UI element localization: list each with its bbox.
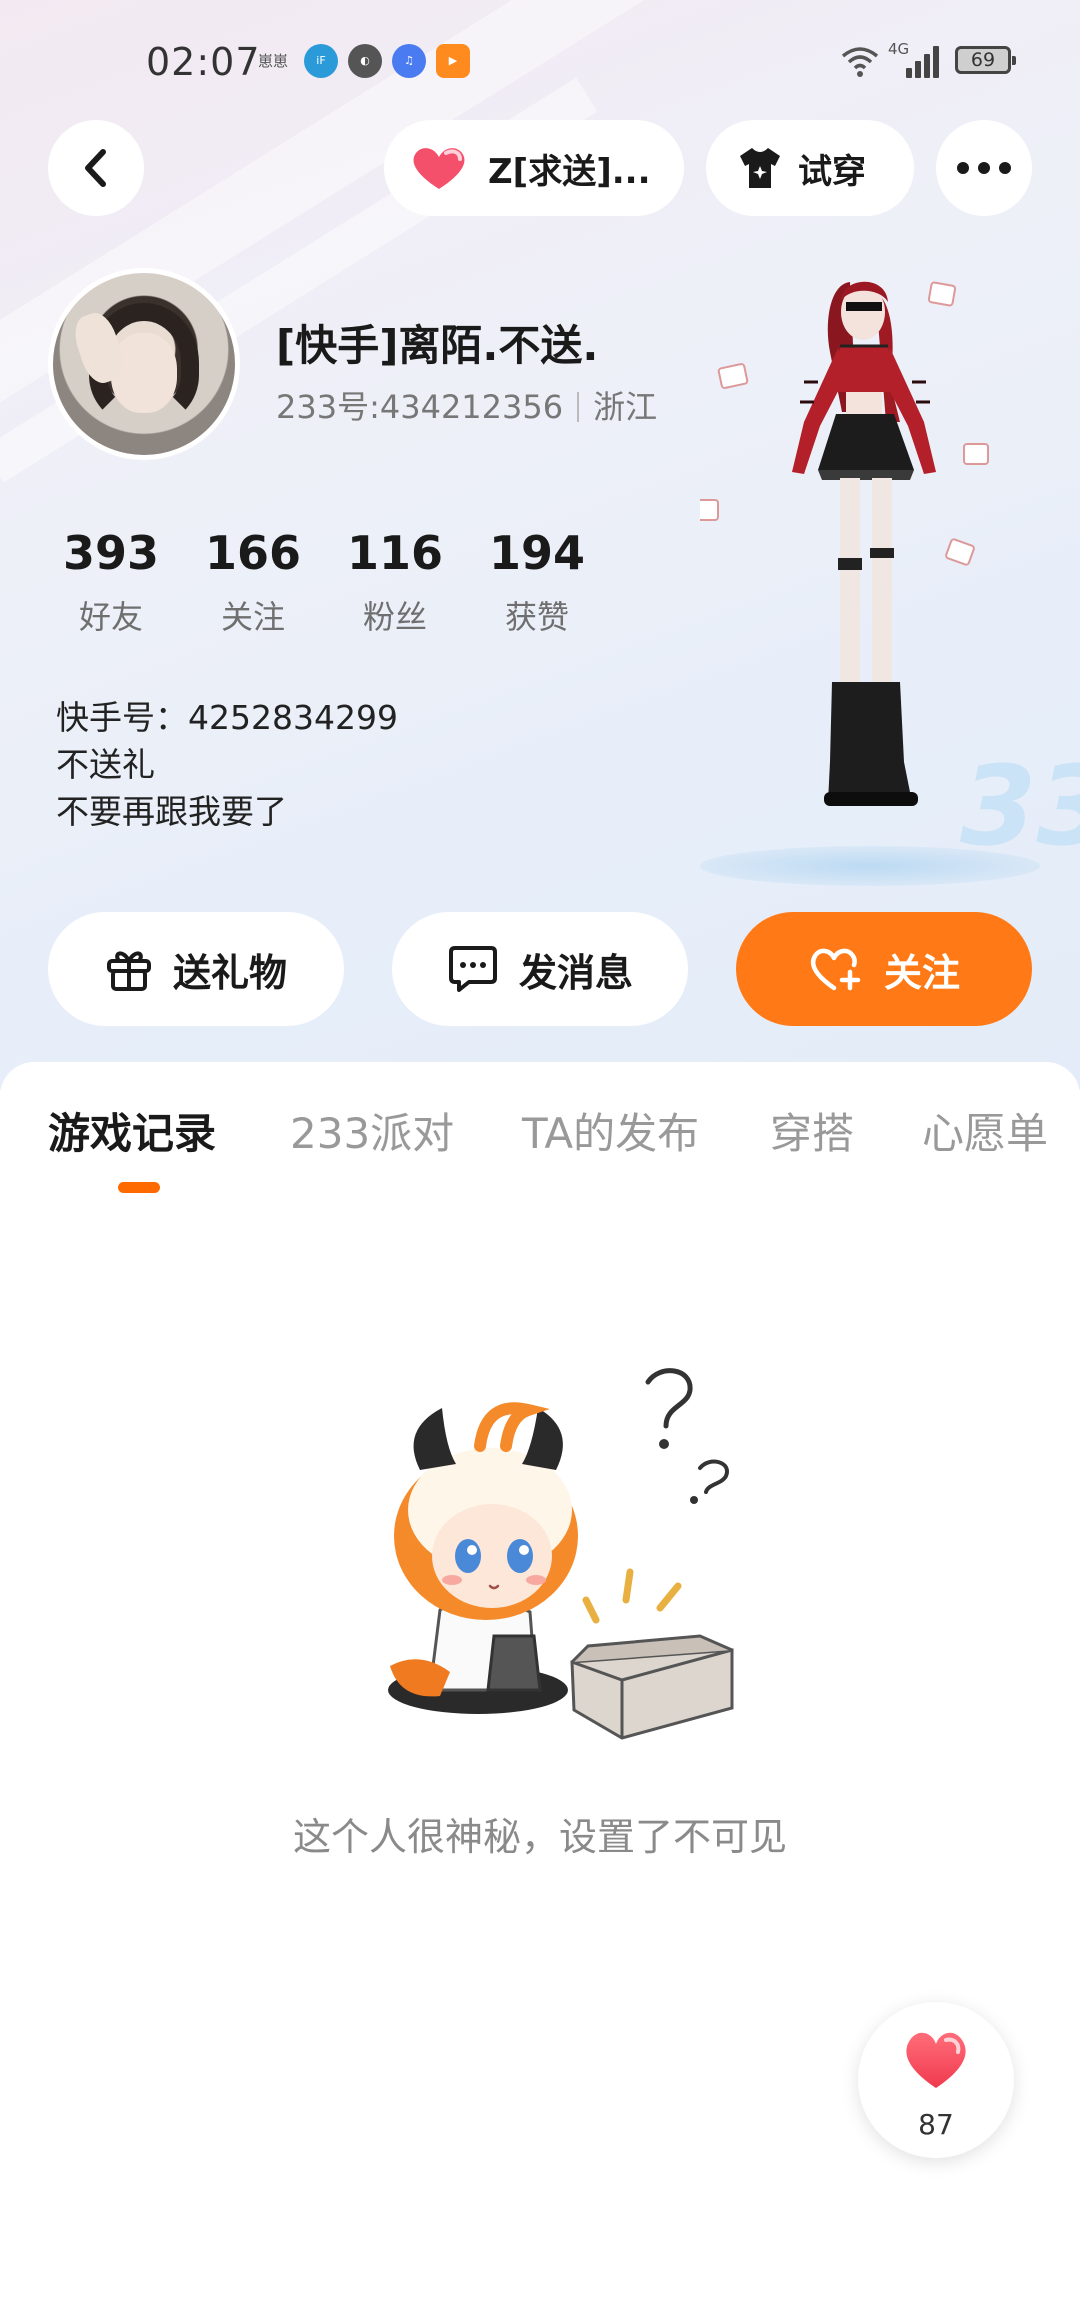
send-gift-label: 送礼物 <box>172 950 287 995</box>
avatar[interactable] <box>48 268 240 460</box>
tshirt-icon <box>740 148 780 188</box>
bio-line: 快手号：4252834299 <box>56 698 398 737</box>
tab-indicator <box>118 1182 160 1193</box>
stat-following[interactable]: 166 关注 <box>182 526 324 638</box>
wifi-icon <box>841 47 879 77</box>
profile-tabs: 游戏记录 233派对 TA的发布 穿搭 心愿单 <box>0 1100 1080 1160</box>
like-button[interactable]: 87 <box>858 2002 1014 2158</box>
stat-label: 关注 <box>220 598 285 636</box>
user-id: 233号:434212356 <box>276 388 564 426</box>
stat-value: 393 <box>62 526 160 580</box>
avatar-character[interactable] <box>700 262 1040 882</box>
video-icon: ▶ <box>436 44 470 78</box>
stat-label: 粉丝 <box>362 598 427 636</box>
try-on-button[interactable]: 试穿 <box>706 120 914 216</box>
nickname: [快手]离陌.不送. <box>276 321 599 370</box>
empty-state-illustration <box>388 1368 734 1740</box>
app-ball-icon: ◐ <box>348 44 382 78</box>
empty-state-text: 这个人很神秘，设置了不可见 <box>292 1815 787 1859</box>
relationship-label: Z[求送]... <box>488 151 651 192</box>
battery-indicator: 69 <box>955 46 1016 74</box>
signal-icon <box>906 44 948 78</box>
follow-label: 关注 <box>883 950 960 995</box>
tab-233-party[interactable]: 233派对 <box>290 1100 454 1161</box>
tab-wishlist[interactable]: 心愿单 <box>922 1100 1048 1161</box>
bio-line: 不要再跟我要了 <box>56 792 287 831</box>
tab-ta-posts[interactable]: TA的发布 <box>522 1100 699 1161</box>
status-bar: 02:07 崽崽 iF ◐ ♫ ▶ 4G 69 <box>0 36 1080 86</box>
stat-label: 获赞 <box>504 598 569 636</box>
message-icon <box>448 946 497 992</box>
status-time: 02:07 <box>146 40 261 84</box>
chevron-left-icon <box>85 149 106 187</box>
more-dots-icon <box>957 162 1011 174</box>
send-message-label: 发消息 <box>518 950 633 995</box>
user-region: 浙江 <box>593 388 658 426</box>
heart-icon <box>413 148 465 189</box>
stat-label: 好友 <box>78 598 143 636</box>
stat-friends[interactable]: 393 好友 <box>40 526 182 638</box>
stat-value: 166 <box>204 526 302 580</box>
more-button[interactable] <box>936 120 1032 216</box>
gift-icon <box>106 951 151 991</box>
try-on-label: 试穿 <box>798 151 866 192</box>
bio-line: 不送礼 <box>56 745 155 784</box>
stat-value: 116 <box>346 526 444 580</box>
send-gift-button[interactable]: 送礼物 <box>48 912 344 1026</box>
heart-plus-icon <box>810 948 861 991</box>
stat-value: 194 <box>488 526 586 580</box>
stat-likes[interactable]: 194 获赞 <box>466 526 608 638</box>
stats-row: 393 好友 166 关注 116 粉丝 194 获赞 <box>40 526 608 638</box>
like-count: 87 <box>918 2108 954 2141</box>
stat-fans[interactable]: 116 粉丝 <box>324 526 466 638</box>
music-icon: ♫ <box>392 44 426 78</box>
back-button[interactable] <box>48 120 144 216</box>
user-id-line: 233号:434212356 浙江 <box>276 382 657 428</box>
follow-button[interactable]: 关注 <box>736 912 1032 1026</box>
iflytek-icon: iF <box>304 44 338 78</box>
tab-game-records[interactable]: 游戏记录 <box>48 1100 216 1161</box>
send-message-button[interactable]: 发消息 <box>392 912 688 1026</box>
tab-outfits[interactable]: 穿搭 <box>770 1100 854 1161</box>
notification-text: 崽崽 <box>258 52 289 70</box>
heart-icon <box>906 2032 966 2088</box>
relationship-pill[interactable]: Z[求送]... <box>384 120 684 216</box>
bio: 快手号：4252834299 不送礼 不要再跟我要了 <box>56 694 398 835</box>
